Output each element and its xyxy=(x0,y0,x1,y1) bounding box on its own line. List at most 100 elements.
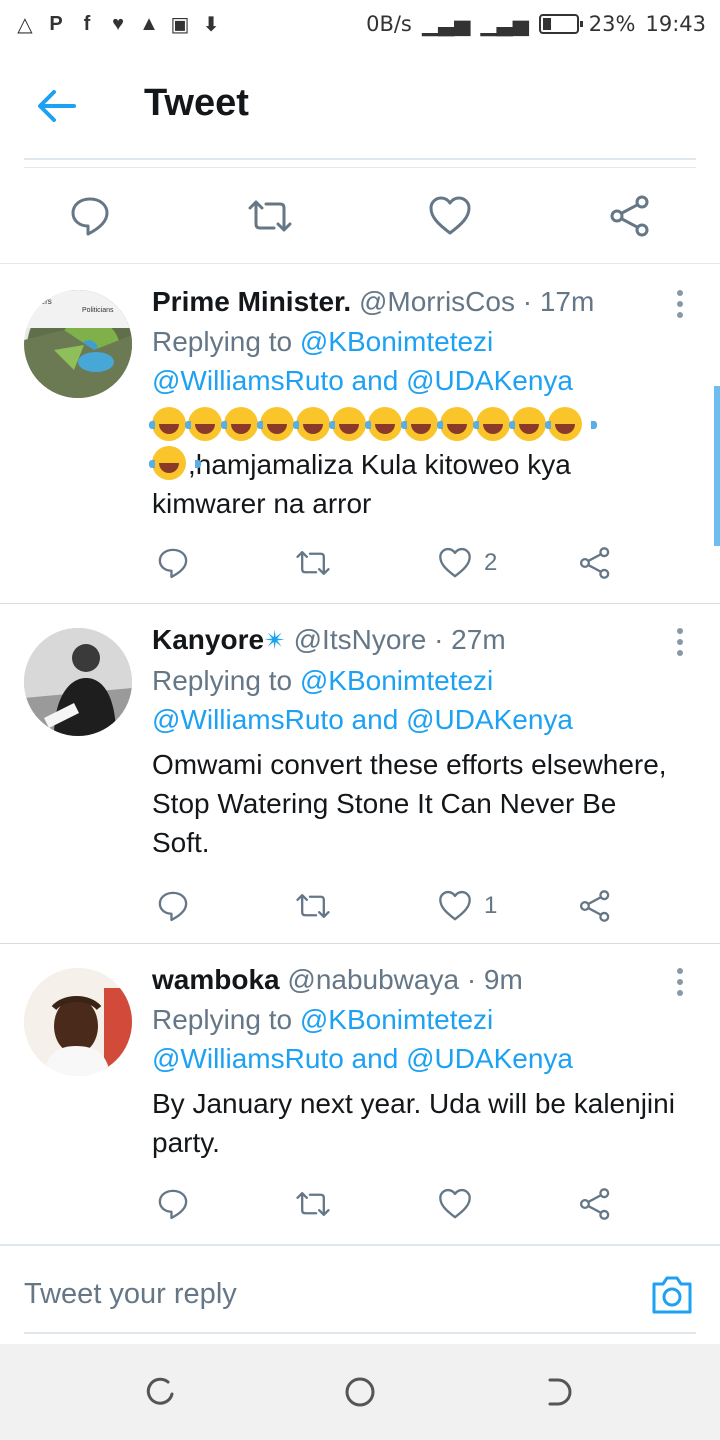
status-notification-icons: △ P f ♥ ▲ ▣ ⬇ xyxy=(14,12,222,36)
facebook-icon: f xyxy=(83,12,91,35)
reply-composer[interactable]: Tweet your reply xyxy=(0,1244,720,1344)
tweet-content: wamboka @nabubwaya · 9m Replying to @KBo… xyxy=(152,962,680,1162)
like-icon[interactable] xyxy=(428,194,472,238)
laughing-emoji-icon xyxy=(401,407,453,441)
mention-link[interactable]: @WilliamsRuto xyxy=(152,1043,344,1074)
reply-tweet[interactable]: Kanyore✴ @ItsNyore · 27m Replying to @KB… xyxy=(0,604,720,944)
tweet-actions xyxy=(152,1184,622,1224)
tweet-content: Prime Minister. @MorrisCos · 17m Replyin… xyxy=(149,284,680,523)
tweet-content: Kanyore✴ @ItsNyore · 27m Replying to @KB… xyxy=(152,622,680,862)
laughing-emoji-icon xyxy=(185,407,237,441)
divider xyxy=(24,158,696,160)
sparkle-emoji-icon: ✴ xyxy=(264,626,286,656)
replying-to: Replying to @KBonimtetezi @WilliamsRuto … xyxy=(152,322,680,400)
tweet-author-line: wamboka @nabubwaya · 9m xyxy=(152,962,680,998)
page-title: Tweet xyxy=(144,82,249,124)
battery-icon xyxy=(538,14,583,34)
mention-link[interactable]: @KBonimtetezi xyxy=(300,326,493,357)
camera-icon[interactable] xyxy=(650,1274,694,1316)
back-nav-icon[interactable] xyxy=(544,1376,576,1408)
retweet-icon[interactable] xyxy=(296,886,330,926)
system-nav-bar xyxy=(0,1344,720,1440)
main-tweet-actions xyxy=(0,168,720,264)
laughing-emoji-icon xyxy=(365,407,417,441)
more-options-icon[interactable] xyxy=(676,968,684,998)
mention-link[interactable]: @WilliamsRuto xyxy=(152,704,344,735)
laughing-emoji-icon xyxy=(473,407,525,441)
more-options-icon[interactable] xyxy=(676,290,684,320)
reply-tweet[interactable]: aters Politicians Prime Minister. @Morri… xyxy=(0,266,720,604)
author-name[interactable]: Prime Minister. xyxy=(152,286,351,317)
avatar[interactable]: aters Politicians xyxy=(24,290,132,398)
laughing-emoji-icon xyxy=(329,407,381,441)
share-icon[interactable] xyxy=(578,1184,612,1224)
tweet-author-line: Prime Minister. @MorrisCos · 17m xyxy=(152,284,680,320)
laughing-emoji-icon xyxy=(221,407,273,441)
like-icon xyxy=(439,547,471,578)
reply-icon[interactable] xyxy=(156,886,190,926)
laughing-emoji-icon xyxy=(149,446,201,480)
reply-icon[interactable] xyxy=(68,194,112,238)
reply-input[interactable]: Tweet your reply xyxy=(24,1278,237,1311)
reply-icon[interactable] xyxy=(156,1184,190,1224)
avatar[interactable] xyxy=(24,628,132,736)
replying-label: Replying to xyxy=(152,665,300,696)
avatar-label: Politicians xyxy=(82,307,114,314)
back-arrow-icon[interactable] xyxy=(36,88,76,124)
replying-to: Replying to @KBonimtetezi @WilliamsRuto … xyxy=(152,661,680,739)
signal-icon-2: ▁▃▅ xyxy=(480,12,529,36)
mention-link[interactable]: @KBonimtetezi xyxy=(300,1004,493,1035)
like-icon[interactable] xyxy=(438,1184,484,1224)
like-icon xyxy=(439,890,471,921)
tweet-text: Omwami convert these efforts elsewhere, … xyxy=(152,749,667,858)
lock-icon: ▲ xyxy=(139,12,159,35)
author-name[interactable]: Kanyore xyxy=(152,624,264,655)
tweet-actions: 1 xyxy=(152,886,622,926)
mention-link[interactable]: @KBonimtetezi xyxy=(300,665,493,696)
reply-icon[interactable] xyxy=(156,543,190,583)
tweet-text: ,hamjamaliza Kula kitoweo kya kimwarer n… xyxy=(149,406,680,523)
laughing-emoji-icon xyxy=(149,407,201,441)
home-icon[interactable] xyxy=(344,1376,376,1408)
author-handle: @MorrisCos · 17m xyxy=(358,286,595,317)
mention-link[interactable]: @UDAKenya xyxy=(406,704,573,735)
mention-link[interactable]: @UDAKenya xyxy=(406,1043,573,1074)
signal-icon: ▁▃▅ xyxy=(421,12,471,36)
retweet-icon[interactable] xyxy=(296,1184,330,1224)
tweet-text-body: ,hamjamaliza Kula kitoweo kya kimwarer n… xyxy=(152,449,571,519)
laughing-emoji-icon xyxy=(257,407,309,441)
like-count: 1 xyxy=(484,892,498,919)
avatar[interactable] xyxy=(24,968,132,1076)
author-name[interactable]: wamboka xyxy=(152,964,280,995)
image-icon: ▣ xyxy=(170,13,190,36)
retweet-icon[interactable] xyxy=(296,543,330,583)
mention-link[interactable]: @WilliamsRuto xyxy=(152,365,344,396)
mention-link[interactable]: @UDAKenya xyxy=(406,365,573,396)
avatar-label: aters xyxy=(34,297,52,306)
replying-and: and xyxy=(343,704,407,735)
replying-label: Replying to xyxy=(152,326,300,357)
more-options-icon[interactable] xyxy=(676,628,684,658)
status-bar: △ P f ♥ ▲ ▣ ⬇ 0B/s ▁▃▅ ▁▃▅ 23% 19:43 xyxy=(0,0,720,48)
like-button[interactable]: 2 xyxy=(438,543,497,583)
tweet-author-line: Kanyore✴ @ItsNyore · 27m xyxy=(152,622,680,659)
replying-label: Replying to xyxy=(152,1004,300,1035)
share-icon[interactable] xyxy=(578,543,612,583)
replying-and: and xyxy=(343,365,407,396)
download-icon: ⬇ xyxy=(202,13,220,36)
share-icon[interactable] xyxy=(578,886,612,926)
twitter-icon: ♥ xyxy=(112,12,124,35)
clock: 19:43 xyxy=(645,12,706,36)
laughing-emoji-icon xyxy=(509,407,561,441)
app-header: Tweet xyxy=(0,48,720,160)
like-button[interactable]: 1 xyxy=(438,886,497,926)
retweet-icon[interactable] xyxy=(248,194,292,238)
warning-icon: △ xyxy=(17,13,33,36)
replying-and: and xyxy=(343,1043,407,1074)
battery-percent: 23% xyxy=(588,12,636,36)
share-icon[interactable] xyxy=(608,194,652,238)
scrollbar[interactable] xyxy=(714,386,720,546)
recent-apps-icon[interactable] xyxy=(144,1376,176,1408)
author-handle: @nabubwaya · 9m xyxy=(287,964,523,995)
reply-tweet[interactable]: wamboka @nabubwaya · 9m Replying to @KBo… xyxy=(0,944,720,1244)
